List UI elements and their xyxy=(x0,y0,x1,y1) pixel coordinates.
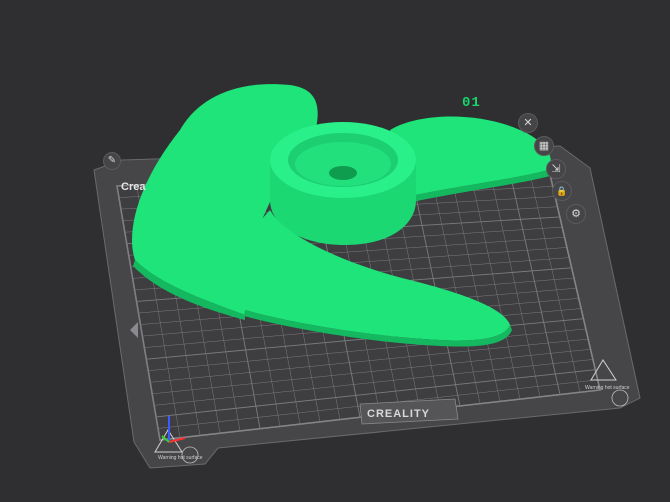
arrange-button[interactable]: ▦ xyxy=(534,136,554,156)
plate-settings-button[interactable]: ⚙ xyxy=(566,204,586,224)
warning-text-left: Warning hot surface xyxy=(158,455,203,461)
3d-viewport[interactable]: 01 Crea CREALITY Warning hot surface War… xyxy=(0,0,670,502)
auto-orient-button[interactable]: ⇲ xyxy=(546,159,566,179)
hub-hole xyxy=(329,166,357,180)
build-plate-scene[interactable] xyxy=(0,0,670,502)
plate-brand-label: CREALITY xyxy=(367,408,430,420)
close-plate-button[interactable]: ✕ xyxy=(518,113,538,133)
edit-icon: ✎ xyxy=(107,155,117,166)
arrange-icon: ▦ xyxy=(538,139,550,152)
lock-plate-button[interactable]: 🔒 xyxy=(552,181,572,201)
plate-brand-corner: Crea xyxy=(121,181,146,193)
close-icon: ✕ xyxy=(523,116,533,129)
settings-icon: ⚙ xyxy=(571,207,581,220)
lock-icon: 🔒 xyxy=(556,185,568,196)
auto-orient-icon: ⇲ xyxy=(551,162,561,175)
plate-number: 01 xyxy=(462,95,481,111)
edit-plate-name-button[interactable]: ✎ xyxy=(103,152,121,170)
warning-text-right: Warning hot surface xyxy=(585,385,630,391)
